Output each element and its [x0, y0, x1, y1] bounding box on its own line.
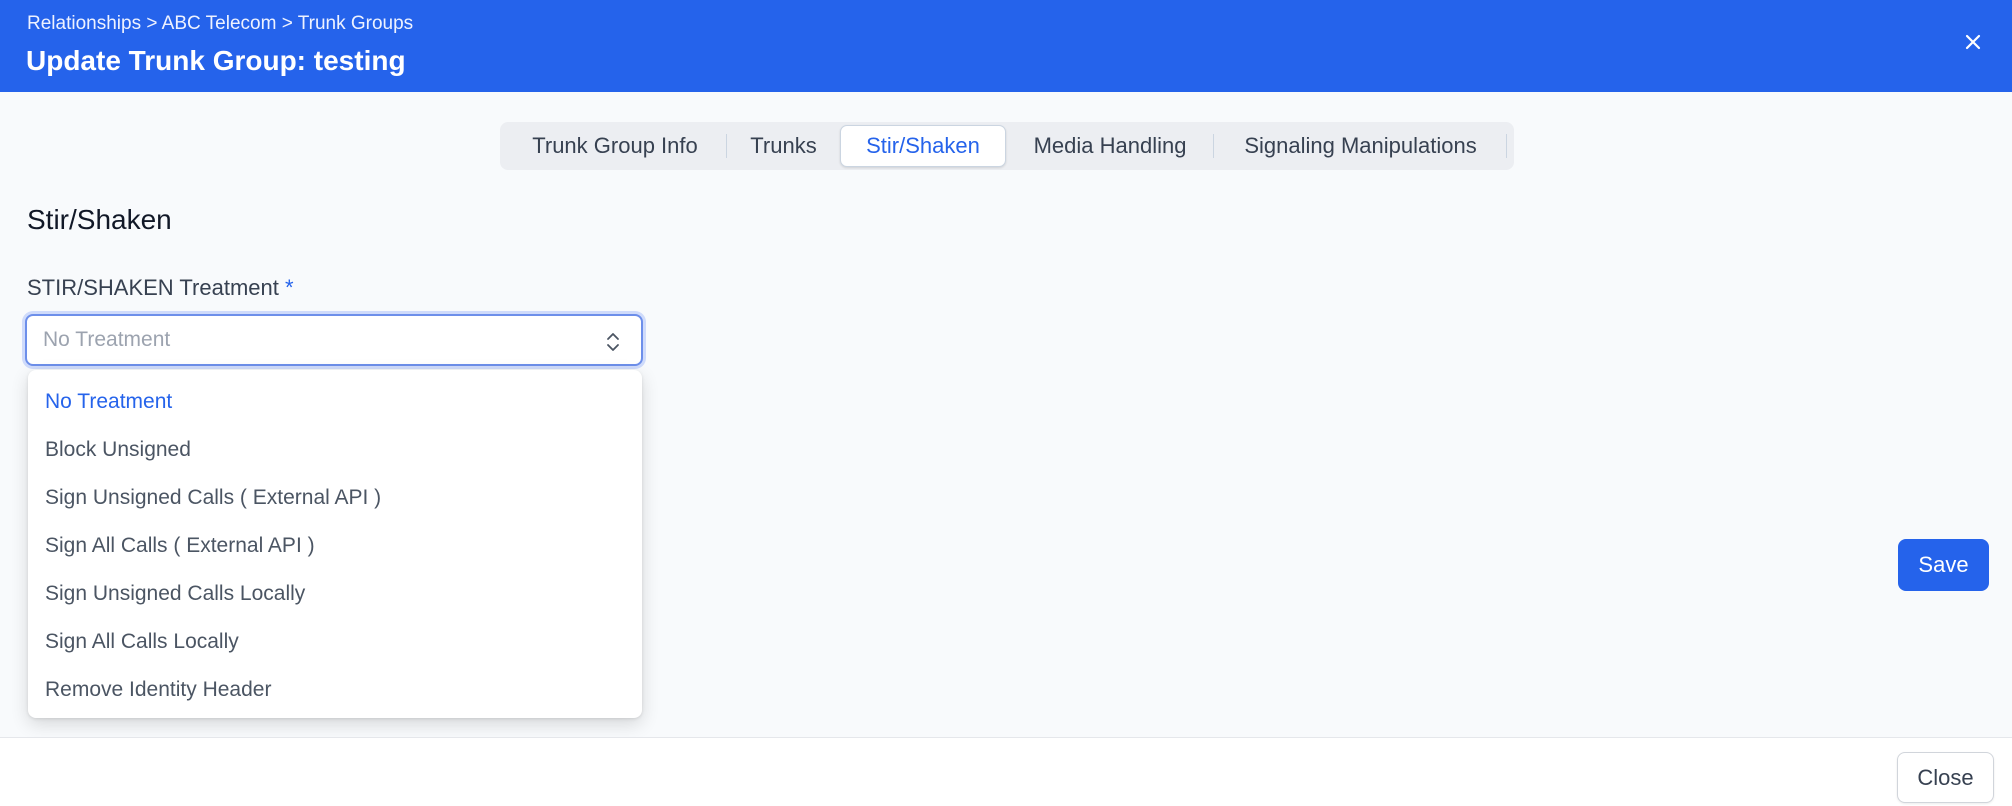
select-placeholder: No Treatment [43, 328, 171, 351]
treatment-dropdown: No Treatment Block Unsigned Sign Unsigne… [28, 370, 642, 718]
required-marker: * [284, 275, 294, 300]
modal-header: Relationships > ABC Telecom > Trunk Grou… [0, 0, 2012, 92]
tab-stir-shaken[interactable]: Stir/Shaken [840, 125, 1006, 167]
option-sign-unsigned-locally[interactable]: Sign Unsigned Calls Locally [28, 570, 642, 618]
breadcrumb: Relationships > ABC Telecom > Trunk Grou… [27, 13, 414, 34]
option-block-unsigned[interactable]: Block Unsigned [28, 426, 642, 474]
field-label: STIR/SHAKEN Treatment * [27, 275, 294, 301]
tab-signaling-manipulations[interactable]: Signaling Manipulations [1214, 125, 1507, 167]
option-sign-all-locally[interactable]: Sign All Calls Locally [28, 618, 642, 666]
treatment-select[interactable]: No Treatment [25, 314, 643, 366]
modal-footer: Close [0, 737, 2012, 806]
close-button[interactable]: Close [1897, 752, 1994, 803]
option-sign-unsigned-external[interactable]: Sign Unsigned Calls ( External API ) [28, 474, 642, 522]
option-remove-identity-header[interactable]: Remove Identity Header [28, 666, 642, 714]
page-title: Update Trunk Group: testing [26, 45, 406, 76]
field-label-text: STIR/SHAKEN Treatment [27, 275, 279, 300]
tab-trunks[interactable]: Trunks [727, 125, 840, 167]
close-icon[interactable] [1958, 27, 1988, 57]
tab-bar: Trunk Group Info Trunks Stir/Shaken Medi… [500, 122, 1514, 170]
option-no-treatment[interactable]: No Treatment [28, 378, 642, 426]
tab-media-handling[interactable]: Media Handling [1006, 125, 1214, 167]
tab-trunk-group-info[interactable]: Trunk Group Info [503, 125, 727, 167]
option-sign-all-external[interactable]: Sign All Calls ( External API ) [28, 522, 642, 570]
chevron-up-down-icon [607, 333, 619, 351]
modal-body: Trunk Group Info Trunks Stir/Shaken Medi… [0, 92, 2012, 737]
section-title: Stir/Shaken [27, 204, 172, 235]
save-button[interactable]: Save [1898, 539, 1989, 591]
